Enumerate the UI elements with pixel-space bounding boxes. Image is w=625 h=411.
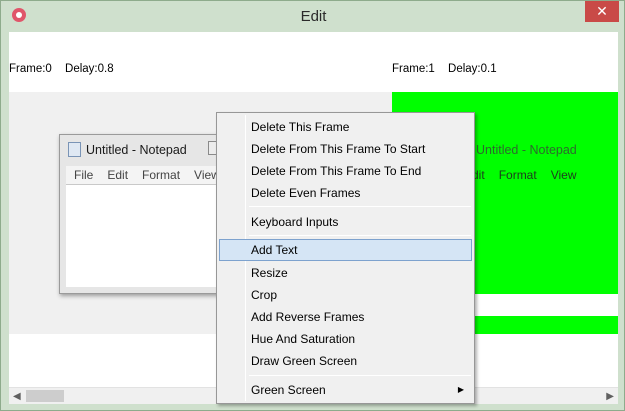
- menu-item-resize[interactable]: Resize: [219, 262, 472, 284]
- frame-context-menu: Delete This Frame Delete From This Frame…: [216, 112, 475, 404]
- notepad-menu-edit: Edit: [107, 168, 129, 182]
- menu-item-green-screen[interactable]: Green Screen ▶: [219, 379, 472, 401]
- menu-item-green-screen-label: Green Screen: [251, 383, 326, 397]
- scroll-left-icon[interactable]: ◀: [13, 391, 21, 402]
- window-title: Edit: [300, 8, 327, 25]
- frame-1-info: Frame:1 Delay:0.1: [392, 63, 497, 75]
- menu-item-add-reverse-frames[interactable]: Add Reverse Frames: [219, 306, 472, 328]
- menu-item-add-text[interactable]: Add Text: [219, 239, 472, 261]
- frame-1-delay: Delay:0.1: [448, 63, 497, 75]
- notepad-menu-format: Format: [142, 168, 181, 182]
- frame-0-number: Frame:0: [9, 63, 52, 75]
- menu-separator: [249, 375, 471, 376]
- frame-1-number: Frame:1: [392, 63, 435, 75]
- notepad-menu-format-green: Format: [498, 168, 537, 182]
- notepad-menu-bar: File Edit Format View: [66, 166, 230, 184]
- menu-item-delete-to-end[interactable]: Delete From This Frame To End: [219, 160, 472, 182]
- submenu-arrow-icon: ▶: [457, 385, 464, 394]
- notepad-title-green: Untitled - Notepad: [476, 143, 577, 157]
- menu-item-hue-and-saturation[interactable]: Hue And Saturation: [219, 328, 472, 350]
- menu-item-delete-this-frame[interactable]: Delete This Frame: [219, 116, 472, 138]
- scrollbar-thumb[interactable]: [26, 390, 64, 402]
- menu-item-delete-even-frames[interactable]: Delete Even Frames: [219, 182, 472, 204]
- notepad-text-area: [66, 184, 230, 287]
- menu-separator: [249, 235, 471, 236]
- menu-item-crop[interactable]: Crop: [219, 284, 472, 306]
- menu-item-keyboard-inputs[interactable]: Keyboard Inputs: [219, 211, 472, 233]
- notepad-title: Untitled - Notepad: [86, 143, 187, 157]
- frame-0-notepad-thumbnail: Untitled - Notepad File Edit Format View: [59, 134, 237, 294]
- notepad-menu-bar-green: EditFormatView: [456, 166, 611, 184]
- frame-0-delay: Delay:0.8: [65, 63, 114, 75]
- notepad-text-area-green: [456, 184, 611, 287]
- notepad-menu-file: File: [74, 168, 94, 182]
- frame-0-info: Frame:0 Delay:0.8: [9, 63, 114, 75]
- edit-window: Edit ✕ Frame:0 Delay:0.8 Frame:1 Delay:0…: [0, 0, 625, 411]
- scroll-right-icon[interactable]: ▶: [606, 391, 614, 402]
- menu-item-draw-green-screen[interactable]: Draw Green Screen: [219, 350, 472, 372]
- close-button[interactable]: ✕: [585, 1, 619, 22]
- title-bar: Edit ✕: [1, 1, 625, 31]
- menu-separator: [249, 206, 471, 207]
- notepad-icon: [68, 142, 81, 157]
- menu-item-delete-to-start[interactable]: Delete From This Frame To Start: [219, 138, 472, 160]
- notepad-menu-view-green: View: [550, 168, 577, 182]
